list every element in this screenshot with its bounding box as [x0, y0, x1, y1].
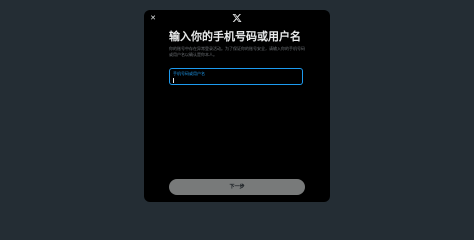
text-caret [173, 78, 174, 83]
login-modal: ✕ 输入你的手机号码或用户名 你的账号中存在异常登录活动。为了保证你的账号安全，… [144, 10, 330, 202]
page-title: 输入你的手机号码或用户名 [169, 30, 301, 43]
next-button[interactable]: 下一步 [169, 179, 305, 195]
subtitle-text: 你的账号中存在异常登录活动。为了保证你的账号安全，请输入你的手机号码或用户名以确… [169, 46, 305, 57]
x-logo-icon [230, 12, 244, 24]
username-input-label: 手机号码或用户名 [173, 71, 205, 76]
username-input[interactable]: 手机号码或用户名 [169, 68, 303, 85]
close-icon[interactable]: ✕ [148, 13, 158, 23]
